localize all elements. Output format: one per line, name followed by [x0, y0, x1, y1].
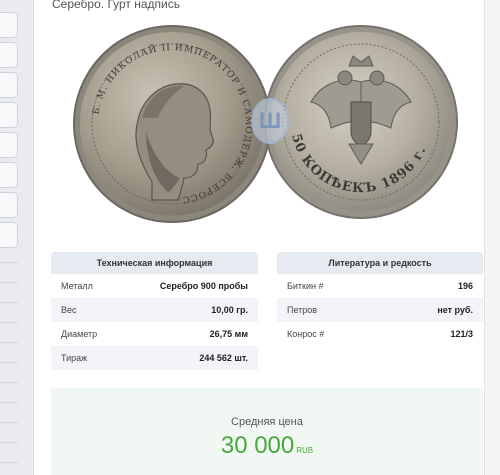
sidebar-divider — [0, 362, 18, 363]
row-label: Тираж — [61, 353, 88, 363]
double-eagle-icon: 50 КОПѢЕКЪ 1896 г. — [282, 43, 440, 201]
price-amount: 30 000 — [220, 432, 295, 459]
table-row: Тираж 244 562 шт. — [51, 346, 258, 370]
sidebar-divider — [0, 282, 18, 283]
row-value: 10,00 гр. — [211, 305, 248, 315]
sidebar-tab[interactable] — [0, 222, 18, 248]
row-value: 196 — [457, 281, 473, 291]
row-label: Металл — [61, 281, 93, 291]
sidebar-divider — [0, 462, 18, 463]
row-label: Биткин # — [287, 281, 324, 291]
table-row: Биткин # 196 — [277, 274, 483, 298]
row-value: 26,75 мм — [209, 329, 248, 339]
literature-heading: Литература и редкость — [277, 252, 483, 274]
coin-reverse-image[interactable]: 50 КОПѢЕКЪ 1896 г. — [271, 32, 451, 212]
average-price-value: 30 000 RUB — [51, 432, 483, 460]
table-row: Металл Серебро 900 пробы — [51, 274, 258, 298]
row-value: 244 562 шт. — [199, 353, 248, 363]
row-label: Вес — [61, 305, 77, 315]
row-value: 121/3 — [450, 329, 473, 339]
table-row: Вес 10,00 гр. — [51, 298, 258, 322]
obverse-portrait-icon: Б. М. НИКОЛАЙ II ИМПЕРАТОР И САМОДЕРЖ. В… — [91, 42, 253, 205]
row-label: Конрос # — [287, 329, 325, 339]
average-price-label: Средняя цена — [231, 416, 303, 428]
row-value: Серебро 900 пробы — [159, 281, 248, 291]
table-row: Петров нет руб. — [277, 298, 483, 322]
technical-info-heading: Техническая информация — [51, 252, 258, 274]
sidebar-divider — [0, 442, 18, 443]
coin-obverse-image[interactable]: Б. М. НИКОЛАЙ II ИМПЕРАТОР И САМОДЕРЖ. В… — [80, 32, 264, 216]
sidebar-divider — [0, 422, 18, 423]
row-value: нет руб. — [437, 305, 473, 315]
sidebar-divider — [0, 322, 18, 323]
sidebar-tab[interactable] — [0, 102, 18, 128]
average-price-box: Средняя цена 30 000 RUB — [51, 388, 483, 475]
coin-caption: Серебро. Гурт надпись — [52, 0, 180, 11]
table-row: Конрос # 121/3 — [277, 322, 483, 346]
row-label: Диаметр — [61, 329, 98, 339]
sidebar-divider — [0, 402, 18, 403]
row-label: Петров — [287, 305, 318, 315]
watermark-logo: Ш — [251, 98, 289, 144]
sidebar-tab[interactable] — [0, 192, 18, 218]
price-currency: RUB — [296, 446, 314, 455]
sidebar-divider — [0, 302, 18, 303]
scrollbar[interactable] — [484, 0, 500, 475]
sidebar-tab[interactable] — [0, 12, 18, 38]
sidebar-divider — [0, 342, 18, 343]
technical-info-table: Техническая информация Металл Серебро 90… — [51, 252, 258, 370]
watermark-letter: Ш — [258, 108, 282, 133]
sidebar-tab[interactable] — [0, 132, 18, 158]
sidebar-divider — [0, 382, 18, 383]
left-sidebar — [0, 0, 34, 475]
sidebar-divider — [0, 262, 18, 263]
table-row: Диаметр 26,75 мм — [51, 322, 258, 346]
literature-rarity-table: Литература и редкость Биткин # 196 Петро… — [277, 252, 483, 346]
sidebar-tab[interactable] — [0, 162, 18, 188]
sidebar-tab[interactable] — [0, 72, 18, 98]
sidebar-tab[interactable] — [0, 42, 18, 68]
